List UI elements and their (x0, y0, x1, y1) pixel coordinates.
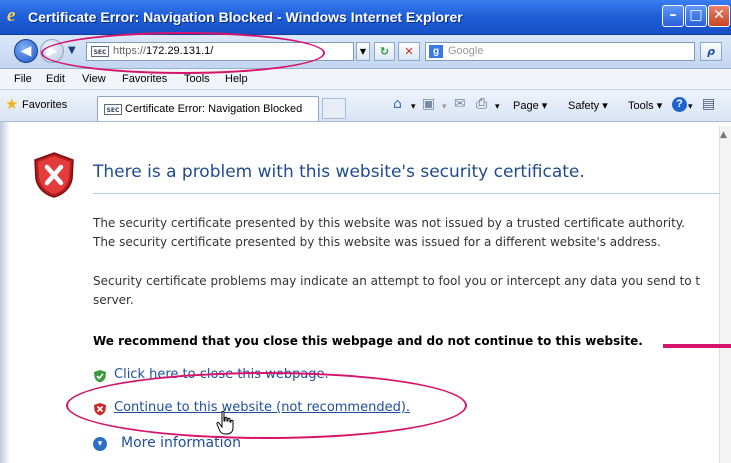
page-menu[interactable]: Page ▾ (513, 99, 547, 112)
help-icon[interactable]: ? (672, 97, 687, 112)
menu-help[interactable]: Help (225, 73, 248, 85)
menu-bar: File Edit View Favorites Tools Help (0, 69, 731, 90)
maximize-button[interactable]: □ (685, 5, 707, 27)
annotation-ellipse-url (41, 32, 325, 74)
tab-certificate-error[interactable]: SEC Certificate Error: Navigation Blocke… (97, 96, 319, 121)
refresh-icon[interactable]: ↻ (374, 42, 395, 61)
tools-menu[interactable]: Tools ▾ (628, 99, 662, 112)
tab-label: Certificate Error: Navigation Blocked (125, 103, 303, 115)
print-icon[interactable]: ⎙ (476, 96, 487, 112)
paragraph-warning-line1: Security certificate problems may indica… (93, 274, 701, 288)
print-dropdown-icon[interactable]: ▾ (495, 99, 500, 115)
help-dropdown-icon[interactable]: ▾ (688, 99, 693, 115)
green-shield-icon (94, 370, 106, 383)
menu-favorites[interactable]: Favorites (122, 73, 167, 85)
certificate-badge-icon: SEC (104, 104, 122, 115)
search-input[interactable]: g Google (425, 42, 695, 61)
page-title: There is a problem with this website's s… (93, 162, 585, 182)
window-title: Certificate Error: Navigation Blocked - … (28, 9, 463, 25)
close-window-button[interactable]: ✕ (708, 5, 730, 27)
search-placeholder: Google (448, 45, 484, 57)
back-button[interactable]: ◀ (14, 39, 38, 63)
favorites-button[interactable]: Favorites (22, 99, 67, 111)
content-edge (0, 122, 10, 463)
vertical-scrollbar[interactable] (719, 126, 731, 463)
scroll-up-icon[interactable]: ▲ (720, 130, 727, 140)
ie-logo-icon: e (7, 5, 16, 26)
menu-tools[interactable]: Tools (184, 73, 210, 85)
mail-icon[interactable]: ✉ (454, 96, 466, 112)
paragraph-address-mismatch: The security certificate presented by th… (93, 235, 661, 249)
command-bar: ★ Favorites SEC Certificate Error: Navig… (0, 90, 731, 122)
feeds-dropdown-icon[interactable]: ▾ (442, 99, 447, 115)
search-button[interactable]: ρ (700, 42, 722, 61)
safety-menu[interactable]: Safety ▾ (568, 99, 608, 112)
expand-chevron-icon[interactable]: ▾ (93, 437, 107, 451)
recommendation-text: We recommend that you close this webpage… (93, 334, 643, 348)
annotation-ellipse-continue (66, 372, 467, 439)
url-dropdown-icon[interactable]: ▼ (356, 42, 370, 61)
annotation-pointer-line (663, 344, 731, 348)
favorites-star-icon[interactable]: ★ (5, 97, 18, 112)
minimize-button[interactable]: – (662, 5, 684, 27)
security-shield-icon (34, 152, 74, 198)
google-logo-icon: g (429, 45, 443, 58)
new-tab-button[interactable] (322, 98, 346, 119)
menu-file[interactable]: File (14, 73, 32, 85)
paragraph-warning-line2: server. (93, 293, 134, 307)
title-bar: e Certificate Error: Navigation Blocked … (0, 0, 731, 35)
home-icon[interactable]: ⌂ (393, 96, 402, 112)
home-dropdown-icon[interactable]: ▾ (411, 99, 416, 115)
hand-cursor-icon (216, 410, 234, 435)
menu-edit[interactable]: Edit (46, 73, 65, 85)
menu-view[interactable]: View (82, 73, 106, 85)
research-icon[interactable]: ▤ (702, 96, 715, 112)
feeds-icon[interactable]: ▣ (422, 96, 435, 112)
heading-divider (93, 193, 719, 194)
paragraph-untrusted-authority: The security certificate presented by th… (93, 216, 686, 230)
stop-icon[interactable]: ✕ (398, 42, 420, 61)
